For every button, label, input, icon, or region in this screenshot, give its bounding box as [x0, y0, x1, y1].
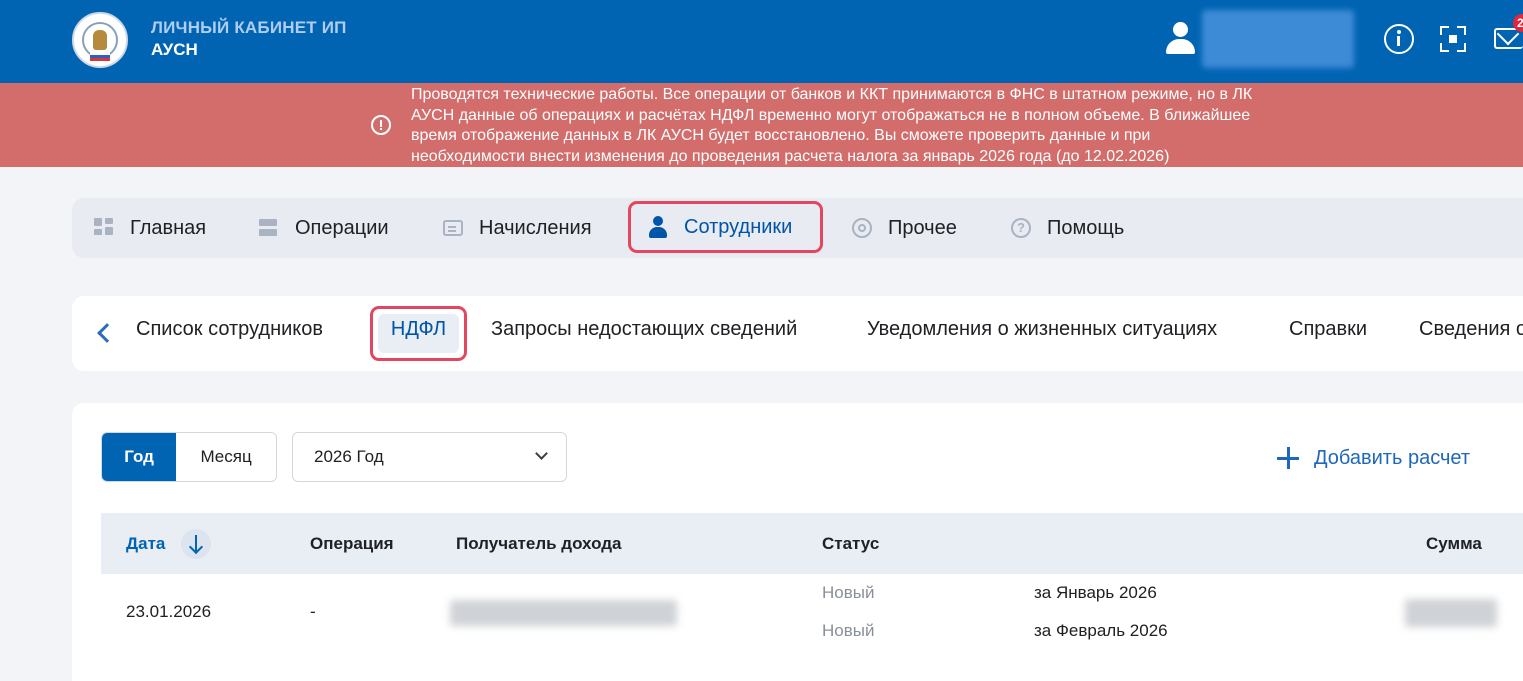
row-status-period: за Январь 2026: [1034, 583, 1157, 602]
user-icon-body: [1166, 39, 1195, 54]
nav-item-operations[interactable]: Операции: [259, 198, 389, 258]
column-header-status: Статус: [822, 534, 880, 553]
user-icon-head: [1173, 22, 1188, 37]
employee-icon: [648, 216, 668, 238]
tab-ndfl-label: НДФЛ: [390, 318, 447, 340]
column-header-recipient: Получатель дохода: [456, 534, 622, 553]
nav-item-other[interactable]: Прочее: [852, 198, 957, 258]
gear-icon: [852, 218, 872, 238]
row-status: Новый: [822, 621, 875, 640]
nav-item-label: Главная: [130, 216, 207, 239]
row-status-period: за Февраль 2026: [1034, 621, 1168, 640]
year-select[interactable]: 2026 Год: [292, 432, 567, 482]
nav-item-label: Помощь: [1047, 216, 1125, 239]
nav-item-label: Операции: [295, 216, 389, 239]
flag-icon: [90, 52, 110, 61]
banner-line: время отображение данных в ЛК АУСН будет…: [411, 127, 1151, 144]
add-calculation-button[interactable]: Добавить расчет: [1277, 444, 1470, 472]
row-operation: -: [310, 602, 316, 621]
plus-icon: [1277, 447, 1299, 469]
tab-missing-info-requests[interactable]: Запросы недостающих сведений: [491, 318, 797, 341]
add-calculation-label: Добавить расчет: [1314, 446, 1471, 469]
user-name-redacted[interactable]: [1202, 10, 1354, 68]
alert-circle-icon: [371, 115, 391, 135]
period-year-button[interactable]: Год: [102, 433, 177, 481]
user-icon[interactable]: [1165, 22, 1195, 56]
nav-item-home[interactable]: Главная: [94, 198, 206, 258]
sort-arrow-down-icon[interactable]: [181, 529, 211, 559]
brand-title: ЛИЧНЫЙ КАБИНЕТ ИП: [151, 18, 347, 37]
banner-message: Проводятся технические работы. Все опера…: [411, 85, 1371, 167]
tab-info[interactable]: Сведения о: [1419, 318, 1523, 341]
nav-item-label: Начисления: [479, 216, 592, 239]
tab-employee-list[interactable]: Список сотрудников: [136, 318, 323, 341]
help-icon: ?: [1011, 218, 1031, 238]
banner-line: АУСН данные об операциях и расчётах НДФЛ…: [411, 106, 1251, 124]
period-month-button[interactable]: Месяц: [176, 433, 276, 481]
accruals-icon: [443, 220, 463, 236]
column-header-operation: Операция: [310, 534, 394, 553]
nav-item-label: Сотрудники: [684, 215, 793, 238]
row-date: 23.01.2026: [126, 602, 212, 621]
fns-logo-icon[interactable]: [72, 12, 128, 68]
operations-icon: [259, 218, 279, 238]
tab-certificates[interactable]: Справки: [1289, 318, 1367, 341]
row-sum-redacted: [1405, 599, 1497, 627]
row-status: Новый: [822, 583, 875, 602]
nav-item-help[interactable]: ? Помощь: [1011, 198, 1124, 258]
recipient-name-redacted: [450, 600, 677, 626]
tab-ndfl[interactable]: НДФЛ: [370, 306, 467, 361]
tab-life-event-notifications[interactable]: Уведомления о жизненных ситуациях: [867, 318, 1217, 341]
year-select-value: 2026 Год: [314, 447, 384, 466]
column-header-date[interactable]: Дата: [126, 534, 165, 554]
qr-scan-icon[interactable]: [1438, 24, 1468, 54]
nav-item-employees[interactable]: Сотрудники: [628, 201, 823, 253]
dashboard-icon: [94, 218, 114, 238]
column-header-sum: Сумма: [1426, 534, 1482, 553]
info-icon[interactable]: [1384, 24, 1414, 54]
nav-item-accruals[interactable]: Начисления: [443, 198, 592, 258]
brand-subtitle: АУСН: [151, 40, 198, 59]
period-toggle: Год Месяц: [101, 432, 277, 482]
banner-line: Проводятся технические работы. Все опера…: [411, 86, 1253, 103]
banner-line: необходимости внести изменения до провед…: [411, 147, 1170, 165]
nav-item-label: Прочее: [888, 216, 957, 239]
